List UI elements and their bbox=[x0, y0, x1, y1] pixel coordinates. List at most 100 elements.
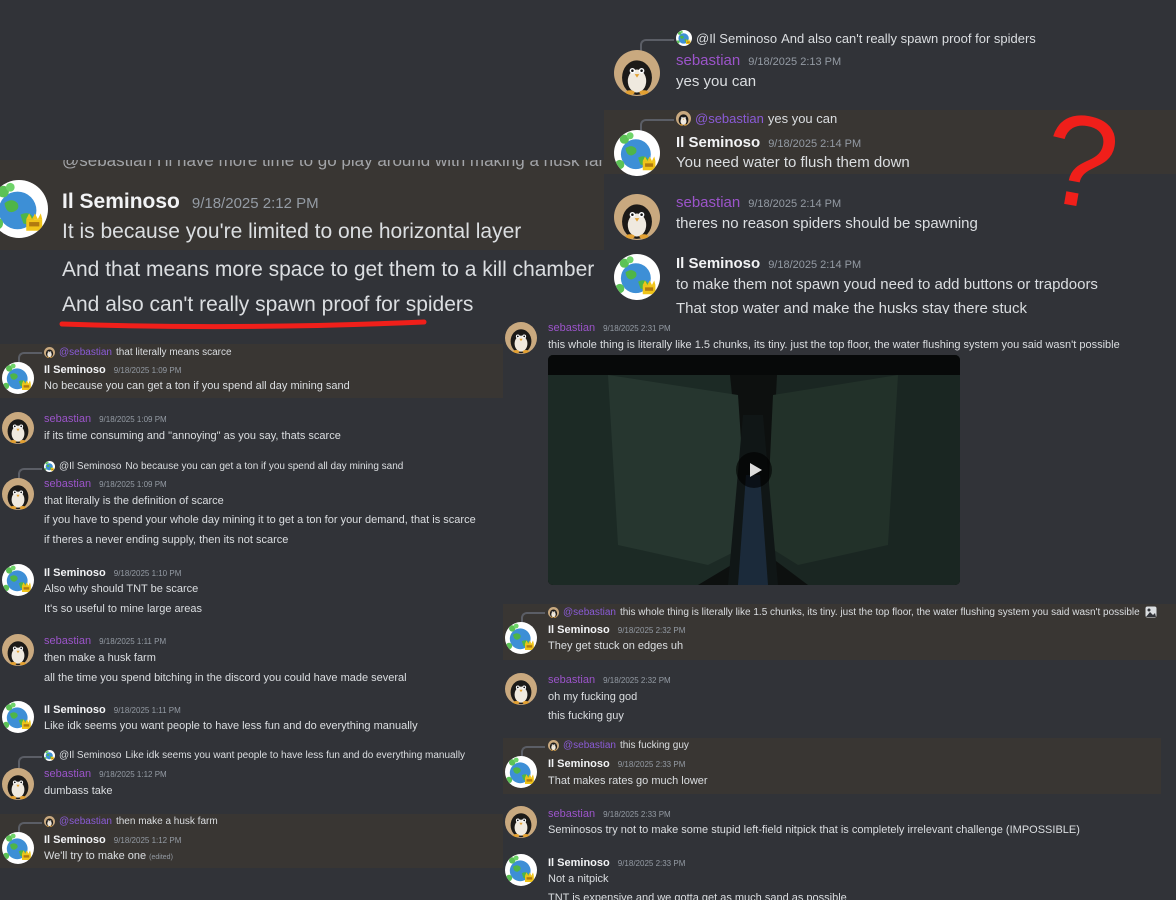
globe-with-crown-avatar[interactable] bbox=[614, 254, 660, 300]
video-attachment[interactable] bbox=[548, 355, 960, 585]
globe-with-crown-avatar[interactable] bbox=[614, 130, 660, 176]
author-name[interactable]: Il Seminoso bbox=[548, 624, 610, 636]
author-name[interactable]: Il Seminoso bbox=[676, 134, 760, 151]
globe-with-crown-avatar bbox=[44, 461, 55, 472]
edited-tag: (edited) bbox=[149, 854, 173, 861]
author-name[interactable]: sebastian bbox=[44, 635, 91, 647]
author-name[interactable]: Il Seminoso bbox=[44, 834, 106, 846]
globe-with-crown-avatar[interactable] bbox=[505, 854, 537, 886]
author-name[interactable]: sebastian bbox=[676, 194, 740, 211]
message-text: then make a husk farm bbox=[44, 652, 156, 664]
author-name[interactable]: sebastian bbox=[548, 674, 595, 686]
play-button[interactable] bbox=[736, 452, 772, 488]
penguin-avatar[interactable] bbox=[614, 194, 660, 240]
globe-with-crown-avatar[interactable] bbox=[2, 362, 34, 394]
author-name[interactable]: Il Seminoso bbox=[62, 190, 180, 214]
message-header: Il Seminoso 9/18/2025 2:32 PM bbox=[548, 624, 685, 636]
message-text: They get stuck on edges uh bbox=[548, 640, 684, 652]
globe-with-crown-avatar[interactable] bbox=[2, 701, 34, 733]
reply-preview[interactable]: @Il Seminoso And also can't really spawn… bbox=[676, 30, 1036, 46]
author-name[interactable]: sebastian bbox=[44, 478, 91, 490]
reply-preview[interactable]: @sebastian that literally means scarce bbox=[44, 347, 232, 358]
author-name[interactable]: Il Seminoso bbox=[44, 704, 106, 716]
message-text: It's so useful to mine large areas bbox=[44, 603, 203, 615]
penguin-avatar bbox=[548, 740, 559, 751]
author-name[interactable]: sebastian bbox=[44, 413, 91, 425]
penguin-avatar[interactable] bbox=[614, 50, 660, 96]
reply-preview[interactable]: @sebastian this whole thing is literally… bbox=[548, 606, 1157, 618]
message-header: sebastian 9/18/2025 1:11 PM bbox=[44, 635, 166, 647]
penguin-avatar[interactable] bbox=[2, 412, 34, 444]
globe-with-crown-avatar[interactable] bbox=[2, 832, 34, 864]
reply-preview[interactable]: @Il Seminoso Like idk seems you want peo… bbox=[44, 750, 465, 761]
timestamp: 9/18/2025 2:33 PM bbox=[617, 760, 686, 769]
penguin-avatar bbox=[44, 816, 55, 827]
message-header: sebastian 9/18/2025 1:12 PM bbox=[44, 768, 167, 780]
timestamp: 9/18/2025 2:33 PM bbox=[603, 810, 671, 819]
author-name[interactable]: Il Seminoso bbox=[676, 255, 760, 272]
timestamp: 9/18/2025 2:31 PM bbox=[603, 324, 671, 333]
timestamp: 9/18/2025 2:14 PM bbox=[768, 259, 862, 271]
author-name[interactable]: sebastian bbox=[676, 52, 740, 69]
reply-preview[interactable]: @Il Seminoso No because you can get a to… bbox=[44, 461, 403, 472]
reply-preview[interactable]: @sebastian then make a husk farm bbox=[44, 816, 218, 827]
penguin-avatar[interactable] bbox=[2, 634, 34, 666]
message-seb-husk-farm: sebastian 9/18/2025 1:11 PM then make a … bbox=[0, 630, 503, 686]
penguin-avatar[interactable] bbox=[505, 322, 537, 354]
author-name[interactable]: sebastian bbox=[548, 808, 595, 820]
author-name[interactable]: Il Seminoso bbox=[548, 758, 610, 770]
message-text: That makes rates go much lower bbox=[548, 775, 708, 787]
message-text: No because you can get a ton if you spen… bbox=[44, 380, 350, 392]
message-text: if you have to spend your whole day mini… bbox=[44, 514, 476, 526]
message-header: Il Seminoso 9/18/2025 1:11 PM bbox=[44, 704, 181, 716]
left-panel: @sebastian that literally means scarce I… bbox=[0, 340, 503, 900]
reply-preview[interactable]: @sebastian yes you can bbox=[676, 111, 837, 126]
timestamp: 9/18/2025 2:33 PM bbox=[617, 859, 686, 868]
author-name[interactable]: sebastian bbox=[44, 768, 91, 780]
message-seb-chunks: sebastian 9/18/2025 2:31 PM this whole t… bbox=[503, 314, 1176, 604]
timestamp: 9/18/2025 2:32 PM bbox=[617, 626, 686, 635]
globe-with-crown-avatar bbox=[676, 30, 692, 46]
author-name[interactable]: Il Seminoso bbox=[44, 364, 106, 376]
message-il-tnt-scarce: Il Seminoso 9/18/2025 1:10 PM Also why s… bbox=[0, 562, 503, 618]
message-text: this whole thing is literally like 1.5 c… bbox=[548, 339, 1120, 351]
timestamp: 9/18/2025 1:09 PM bbox=[113, 366, 182, 375]
globe-with-crown-avatar bbox=[44, 750, 55, 761]
message-text: yes you can bbox=[676, 73, 757, 90]
penguin-avatar[interactable] bbox=[2, 478, 34, 510]
author-name[interactable]: sebastian bbox=[548, 322, 595, 334]
message-il-rates-lower: @sebastian this fucking guy Il Seminoso … bbox=[503, 738, 1161, 794]
timestamp: 9/18/2025 1:11 PM bbox=[113, 706, 181, 715]
penguin-avatar[interactable] bbox=[505, 806, 537, 838]
author-name[interactable]: Il Seminoso bbox=[548, 857, 610, 869]
globe-with-crown-avatar[interactable] bbox=[2, 564, 34, 596]
message-header: sebastian 9/18/2025 2:13 PM bbox=[676, 52, 841, 69]
timestamp: 9/18/2025 1:11 PM bbox=[99, 637, 167, 646]
author-name[interactable]: Il Seminoso bbox=[44, 567, 106, 579]
message-text: It is because you're limited to one hori… bbox=[62, 220, 522, 243]
message-text: dumbass take bbox=[44, 785, 113, 797]
message-header: sebastian 9/18/2025 2:33 PM bbox=[548, 808, 671, 820]
reply-preview[interactable]: @sebastian this fucking guy bbox=[548, 740, 689, 751]
message-text: theres no reason spiders should be spawn… bbox=[676, 215, 978, 232]
globe-with-crown-avatar[interactable] bbox=[505, 756, 537, 788]
timestamp: 9/18/2025 1:10 PM bbox=[113, 569, 182, 578]
message-header: Il Seminoso 9/18/2025 1:09 PM bbox=[44, 364, 181, 376]
play-icon bbox=[750, 463, 762, 477]
zoomed-panel: @sebastian I'll have more time to go pla… bbox=[0, 160, 604, 340]
message-text: all the time you spend bitching in the d… bbox=[44, 672, 407, 684]
penguin-avatar[interactable] bbox=[505, 673, 537, 705]
message-header: Il Seminoso 9/18/2025 1:12 PM bbox=[44, 834, 181, 846]
globe-with-crown-avatar[interactable] bbox=[0, 180, 48, 238]
message-text: TNT is expensive and we gotta get as muc… bbox=[548, 892, 847, 900]
globe-with-crown-avatar[interactable] bbox=[505, 622, 537, 654]
timestamp: 9/18/2025 2:13 PM bbox=[748, 56, 842, 68]
message-il-not-a-nitpick: Il Seminoso 9/18/2025 2:33 PM Not a nitp… bbox=[503, 852, 1176, 900]
right-panel: sebastian 9/18/2025 2:31 PM this whole t… bbox=[503, 314, 1176, 900]
message-text: that literally is the definition of scar… bbox=[44, 495, 224, 507]
red-underline-annotation bbox=[59, 319, 427, 330]
penguin-avatar[interactable] bbox=[2, 768, 34, 800]
message-il-stuck-on-edges: @sebastian this whole thing is literally… bbox=[503, 604, 1176, 660]
reply-preview-cut[interactable]: @sebastian I'll have more time to go pla… bbox=[62, 160, 604, 171]
message-header: sebastian 9/18/2025 2:31 PM bbox=[548, 322, 671, 334]
